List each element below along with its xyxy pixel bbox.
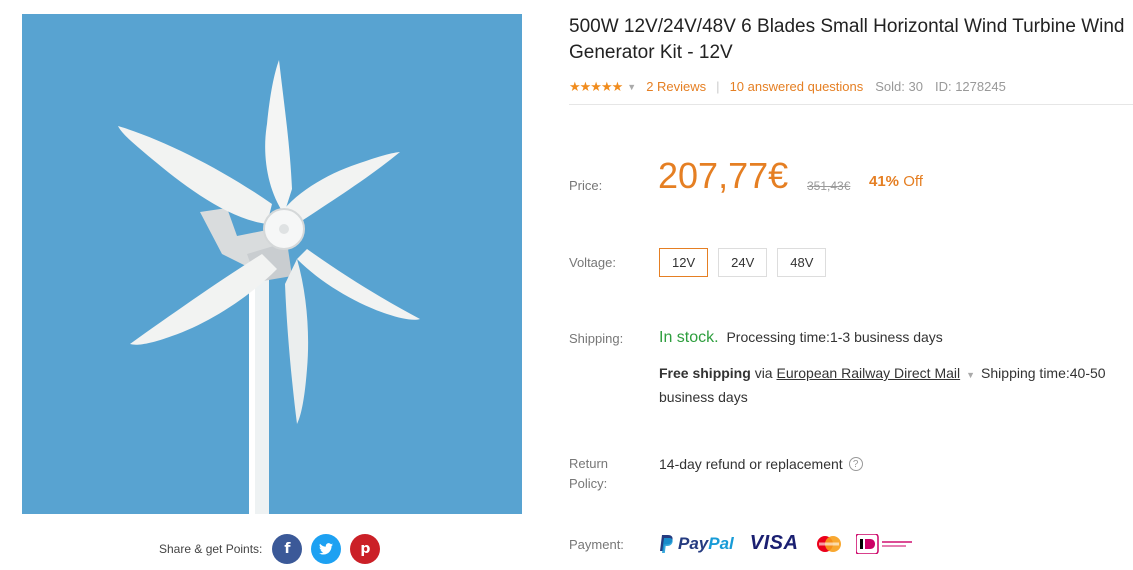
discount-word: Off — [903, 173, 923, 190]
payment-label: Payment: — [569, 537, 624, 552]
discount-percent: 41% — [869, 173, 900, 190]
current-price: 207,77€ — [658, 155, 789, 196]
shipping-carrier-link[interactable]: European Railway Direct Mail — [776, 365, 960, 381]
voltage-option-24v[interactable]: 24V — [718, 248, 768, 277]
paypal-logo: Pay Pal — [659, 534, 734, 554]
shipping-via: via — [754, 365, 773, 381]
free-shipping-label: Free shipping — [659, 365, 751, 381]
facebook-icon: f — [284, 541, 291, 557]
pinterest-icon: p — [360, 541, 371, 557]
help-icon[interactable]: ? — [848, 457, 863, 471]
wind-turbine-illustration — [118, 60, 420, 514]
original-price: 351,43€ — [807, 179, 851, 193]
stock-line: In stock. Processing time:1-3 business d… — [659, 329, 943, 347]
product-meta-row: ★★★★★ ▼ 2 Reviews | 10 answered question… — [569, 79, 1133, 105]
share-label: Share & get Points: — [159, 542, 263, 556]
discount-badge: 41% Off — [869, 173, 923, 190]
return-policy-label-line2: Policy: — [569, 476, 608, 491]
paypal-text-1: Pay — [678, 533, 709, 553]
ideal-logo — [856, 533, 913, 554]
divider: | — [716, 79, 720, 94]
visa-logo: VISA — [749, 532, 799, 554]
reviews-link[interactable]: 2 Reviews — [646, 79, 706, 94]
share-row: Share & get Points: f p — [159, 534, 389, 564]
stock-status: In stock. — [659, 329, 719, 346]
return-policy: 14-day refund or replacement ? — [659, 456, 863, 472]
price-label: Price: — [569, 178, 603, 193]
mastercard-logo — [814, 533, 845, 554]
twitter-share-button[interactable] — [311, 534, 342, 564]
pinterest-share-button[interactable]: p — [350, 534, 381, 564]
paypal-icon — [660, 534, 673, 553]
sold-count: Sold: 30 — [875, 79, 923, 94]
payment-methods: Pay Pal VISA — [659, 532, 914, 555]
paypal-text-2: Pal — [708, 533, 734, 553]
voltage-option-48v[interactable]: 48V — [777, 248, 827, 277]
voltage-option-12v[interactable]: 12V — [659, 248, 709, 277]
shipping-dropdown-icon[interactable]: ▼ — [966, 370, 975, 380]
product-image[interactable] — [22, 14, 522, 514]
return-policy-text: 14-day refund or replacement — [659, 456, 843, 472]
rating-stars[interactable]: ★★★★★ — [569, 79, 623, 95]
twitter-icon — [319, 543, 334, 555]
processing-time: Processing time:1-3 business days — [726, 329, 943, 345]
questions-link[interactable]: 10 answered questions — [730, 79, 864, 94]
shipping-method-line: Free shipping via European Railway Direc… — [659, 362, 1129, 408]
product-title: 500W 12V/24V/48V 6 Blades Small Horizont… — [569, 16, 1125, 63]
facebook-share-button[interactable]: f — [272, 534, 303, 564]
voltage-label: Voltage: — [569, 255, 616, 270]
product-id: ID: 1278245 — [934, 79, 1006, 94]
rating-dropdown-icon[interactable]: ▼ — [627, 82, 636, 92]
shipping-label: Shipping: — [569, 331, 624, 346]
return-policy-label-line1: Return — [569, 456, 609, 471]
voltage-options: 12V 24V 48V — [659, 248, 836, 277]
